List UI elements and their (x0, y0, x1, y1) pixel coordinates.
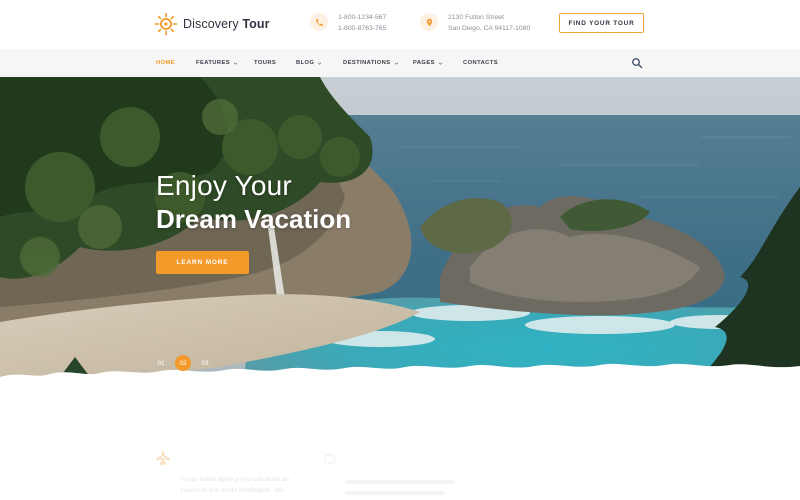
sun-logo-icon (154, 12, 178, 36)
chevron-down-icon (233, 62, 238, 65)
phone-contact: 1-800-1234-567 1-800-8763-765 (310, 12, 386, 34)
nav-item-home[interactable]: HOME (156, 49, 175, 77)
hero-slider: Enjoy Your Dream Vacation LEARN MORE 01 … (0, 77, 800, 400)
search-icon[interactable] (631, 57, 643, 69)
feature-text-placeholder (345, 480, 455, 484)
feature-text: At our travel agency you can book an tra… (180, 474, 289, 496)
nav-item-destinations[interactable]: DESTINATIONS (343, 49, 399, 77)
hero-background-image (0, 77, 800, 400)
site-header: Discovery Tour 1-800-1234-567 1-800-8763… (0, 0, 800, 48)
feature-text-placeholder (345, 491, 445, 495)
chevron-down-icon (438, 62, 443, 65)
hero-title-bold: Dream Vacation (156, 204, 352, 234)
hero-heading: Enjoy Your Dream Vacation (156, 170, 351, 236)
phone-icon (310, 13, 328, 31)
feature-text-line-1: At our travel agency you can book an (180, 476, 289, 483)
chevron-down-icon (394, 62, 398, 65)
address-contact: 2130 Fulton Street San Diego, CA 94117-1… (420, 12, 530, 34)
slide-dot-1[interactable]: 01 (153, 355, 169, 371)
address-line-2: San Diego, CA 94117-1080 (448, 25, 531, 32)
airplane-icon (156, 451, 170, 465)
logo-text: Discovery Tour (183, 17, 270, 31)
nav-item-blog[interactable]: BLOG (296, 49, 322, 77)
chevron-down-icon (318, 62, 322, 65)
nav-item-pages[interactable]: PAGES (413, 49, 443, 77)
phone-number-1[interactable]: 1-800-1234-567 (338, 12, 386, 23)
slide-dot-3[interactable]: 03 (197, 355, 213, 371)
logo[interactable]: Discovery Tour (154, 12, 270, 36)
suitcase-icon (324, 453, 335, 464)
nav-item-tours[interactable]: TOURS (254, 49, 276, 77)
slide-dot-2[interactable]: 02 (175, 355, 191, 371)
map-pin-icon (420, 13, 438, 31)
main-nav: HOME FEATURES TOURS BLOG DESTINATIONS PA… (0, 49, 800, 77)
hero-title-light: Enjoy Your (156, 170, 292, 201)
phone-number-2[interactable]: 1-800-8763-765 (338, 23, 386, 34)
nav-item-contacts[interactable]: CONTACTS (463, 49, 498, 77)
address-line-1: 2130 Fulton Street (448, 14, 504, 21)
feature-text-line-2: travels to any world destination. We (180, 487, 284, 494)
nav-item-features[interactable]: FEATURES (196, 49, 238, 77)
slider-pagination: 01 02 03 (153, 355, 213, 371)
find-your-tour-button[interactable]: FIND YOUR TOUR (559, 13, 644, 33)
learn-more-button[interactable]: LEARN MORE (156, 251, 249, 274)
